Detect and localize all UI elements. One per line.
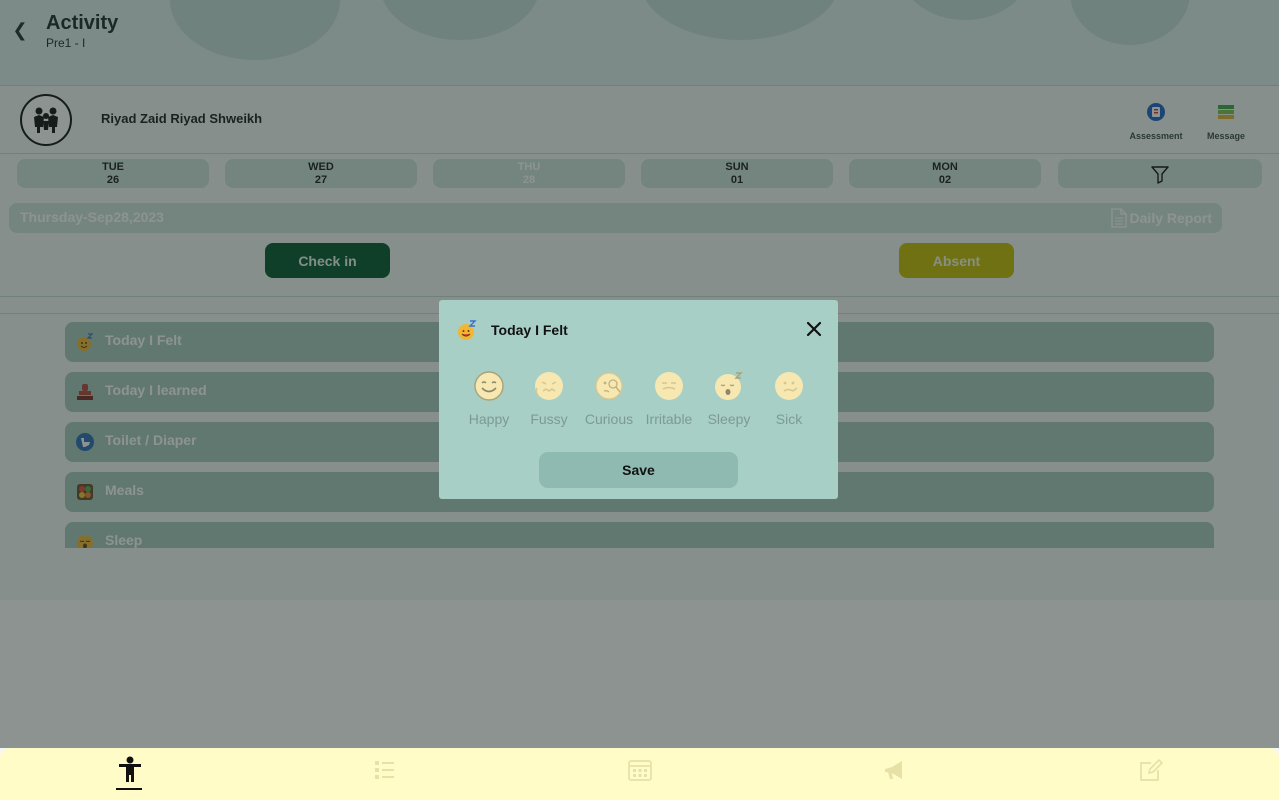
nav-item-notes[interactable] bbox=[1136, 756, 1166, 790]
mood-label: Fussy bbox=[530, 411, 568, 427]
mood-label: Sleepy bbox=[707, 411, 751, 427]
mood-option-fussy[interactable]: Fussy bbox=[519, 370, 579, 427]
checklist-icon bbox=[375, 761, 394, 779]
happy-face-icon bbox=[474, 371, 504, 401]
mood-label: Sick bbox=[775, 411, 803, 427]
fussy-face-icon bbox=[535, 372, 563, 400]
today-i-felt-dialog: Today I Felt Happy Fussy Curious Irritab… bbox=[439, 300, 838, 499]
mood-label: Happy bbox=[468, 411, 510, 427]
sleepy-face-icon bbox=[715, 372, 743, 400]
mood-option-sleepy[interactable]: Sleepy bbox=[699, 370, 759, 427]
mood-option-curious[interactable]: Curious bbox=[579, 370, 639, 427]
nav-item-calendar[interactable] bbox=[625, 756, 655, 790]
mood-label: Curious bbox=[584, 411, 634, 427]
nav-item-checklist[interactable] bbox=[370, 756, 400, 790]
calendar-icon bbox=[628, 760, 652, 781]
sick-face-icon bbox=[775, 372, 803, 400]
child-activity-icon bbox=[119, 756, 141, 782]
mood-label: Irritable bbox=[645, 411, 693, 427]
mood-option-happy[interactable]: Happy bbox=[459, 370, 519, 427]
close-icon[interactable] bbox=[805, 320, 823, 338]
mood-option-irritable[interactable]: Irritable bbox=[639, 370, 699, 427]
bottom-navigation bbox=[0, 748, 1279, 800]
nav-item-activity[interactable] bbox=[115, 756, 145, 790]
save-button[interactable]: Save bbox=[539, 452, 738, 488]
active-indicator bbox=[116, 788, 142, 790]
edit-note-icon bbox=[1140, 758, 1164, 781]
mood-face-icon bbox=[458, 320, 477, 340]
mood-options: Happy Fussy Curious Irritable Sleepy Sic… bbox=[464, 370, 814, 432]
dialog-title: Today I Felt bbox=[491, 322, 568, 338]
megaphone-icon bbox=[885, 761, 902, 779]
irritable-face-icon bbox=[655, 372, 683, 400]
nav-item-announcements[interactable] bbox=[880, 756, 910, 790]
mood-option-sick[interactable]: Sick bbox=[759, 370, 819, 427]
curious-face-icon bbox=[595, 372, 623, 400]
